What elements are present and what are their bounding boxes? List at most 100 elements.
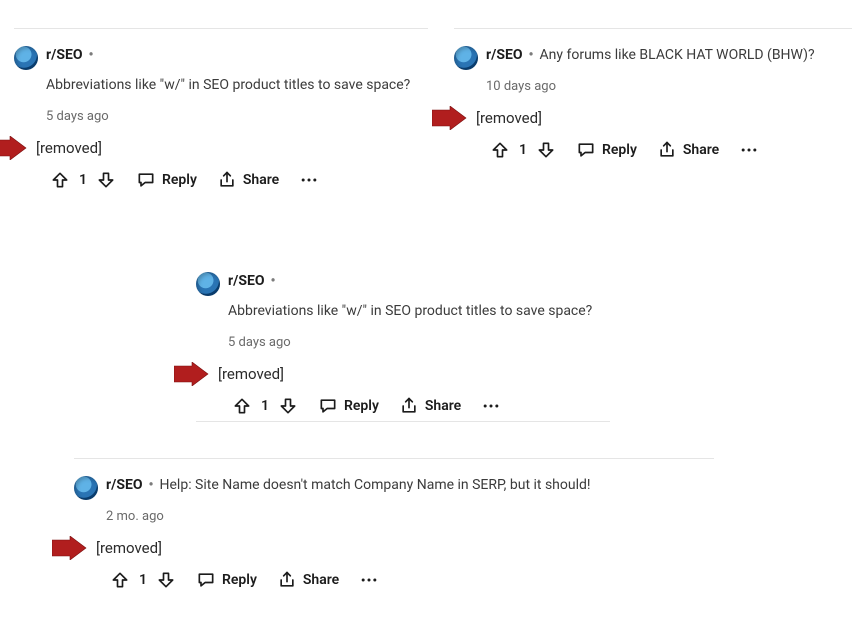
separator-dot: • bbox=[148, 474, 153, 498]
downvote-icon[interactable] bbox=[156, 570, 176, 590]
vote-score: 1 bbox=[518, 142, 528, 158]
reply-button[interactable]: Reply bbox=[318, 396, 379, 416]
avatar[interactable] bbox=[196, 272, 220, 296]
divider bbox=[14, 28, 428, 29]
vote-group: 1 bbox=[50, 170, 116, 190]
post-body: [removed] bbox=[196, 362, 610, 386]
share-icon bbox=[657, 140, 677, 160]
comment-icon bbox=[318, 396, 338, 416]
post-title[interactable]: Any forums like BLACK HAT WORLD (BHW)? bbox=[540, 44, 815, 68]
post-card: r/SEO • Abbreviations like "w/" in SEO p… bbox=[14, 30, 428, 194]
avatar[interactable] bbox=[454, 46, 478, 70]
comment-icon bbox=[136, 170, 156, 190]
downvote-icon[interactable] bbox=[536, 140, 556, 160]
subreddit-link[interactable]: r/SEO bbox=[106, 474, 142, 498]
post-meta: r/SEO • Abbreviations like "w/" in SEO p… bbox=[46, 40, 428, 128]
annotation-arrow bbox=[432, 106, 468, 130]
upvote-icon[interactable] bbox=[50, 170, 70, 190]
post-meta: r/SEO • Help: Site Name doesn't match Co… bbox=[106, 470, 654, 528]
upvote-icon[interactable] bbox=[232, 396, 252, 416]
vote-group: 1 bbox=[232, 396, 298, 416]
share-icon bbox=[399, 396, 419, 416]
reply-button[interactable]: Reply bbox=[136, 170, 197, 190]
post-header: r/SEO • Any forums like BLACK HAT WORLD … bbox=[454, 40, 852, 98]
post-meta: r/SEO • Abbreviations like "w/" in SEO p… bbox=[228, 266, 610, 354]
post-card: r/SEO • Any forums like BLACK HAT WORLD … bbox=[454, 30, 852, 164]
share-label: Share bbox=[243, 172, 279, 188]
upvote-icon[interactable] bbox=[490, 140, 510, 160]
comment-icon bbox=[576, 140, 596, 160]
reply-label: Reply bbox=[222, 572, 257, 588]
post-meta: r/SEO • Any forums like BLACK HAT WORLD … bbox=[486, 40, 852, 98]
annotation-arrow bbox=[174, 362, 210, 386]
pointer-arrow-icon bbox=[432, 106, 468, 130]
reply-label: Reply bbox=[162, 172, 197, 188]
share-button[interactable]: Share bbox=[277, 570, 339, 590]
post-body: [removed] bbox=[14, 136, 428, 160]
more-button[interactable] bbox=[299, 170, 319, 190]
removed-label: [removed] bbox=[36, 139, 102, 157]
post-actions: 1 Reply Share bbox=[110, 570, 714, 590]
share-icon bbox=[277, 570, 297, 590]
pointer-arrow-icon bbox=[52, 536, 88, 560]
share-label: Share bbox=[683, 142, 719, 158]
subreddit-link[interactable]: r/SEO bbox=[46, 44, 82, 68]
share-button[interactable]: Share bbox=[399, 396, 461, 416]
post-header: r/SEO • Abbreviations like "w/" in SEO p… bbox=[14, 40, 428, 128]
upvote-icon[interactable] bbox=[110, 570, 130, 590]
annotation-arrow bbox=[0, 136, 28, 160]
post-title[interactable]: Abbreviations like "w/" in SEO product t… bbox=[228, 300, 592, 324]
reply-button[interactable]: Reply bbox=[196, 570, 257, 590]
share-icon bbox=[217, 170, 237, 190]
removed-label: [removed] bbox=[218, 365, 284, 383]
post-header: r/SEO • Help: Site Name doesn't match Co… bbox=[74, 470, 714, 528]
share-button[interactable]: Share bbox=[217, 170, 279, 190]
subreddit-link[interactable]: r/SEO bbox=[228, 270, 264, 294]
more-button[interactable] bbox=[739, 140, 759, 160]
more-button[interactable] bbox=[481, 396, 501, 416]
post-actions: 1 Reply Share bbox=[232, 396, 610, 416]
subreddit-link[interactable]: r/SEO bbox=[486, 44, 522, 68]
separator-dot: • bbox=[270, 270, 275, 294]
avatar[interactable] bbox=[74, 476, 98, 500]
separator-dot: • bbox=[528, 44, 533, 68]
post-title[interactable]: Help: Site Name doesn't match Company Na… bbox=[160, 474, 591, 498]
removed-label: [removed] bbox=[476, 109, 542, 127]
reply-button[interactable]: Reply bbox=[576, 140, 637, 160]
reply-label: Reply bbox=[602, 142, 637, 158]
post-actions: 1 Reply Share bbox=[490, 140, 852, 160]
removed-label: [removed] bbox=[96, 539, 162, 557]
vote-score: 1 bbox=[138, 572, 148, 588]
separator-dot: • bbox=[88, 44, 93, 68]
divider bbox=[196, 421, 610, 422]
comment-icon bbox=[196, 570, 216, 590]
post-time: 5 days ago bbox=[228, 332, 610, 354]
vote-score: 1 bbox=[78, 172, 88, 188]
share-label: Share bbox=[425, 398, 461, 414]
post-card: r/SEO • Abbreviations like "w/" in SEO p… bbox=[196, 256, 610, 420]
vote-score: 1 bbox=[260, 398, 270, 414]
post-time: 5 days ago bbox=[46, 106, 428, 128]
divider bbox=[454, 28, 852, 29]
reply-label: Reply bbox=[344, 398, 379, 414]
post-actions: 1 Reply Share bbox=[50, 170, 428, 190]
downvote-icon[interactable] bbox=[278, 396, 298, 416]
pointer-arrow-icon bbox=[0, 136, 28, 160]
vote-group: 1 bbox=[110, 570, 176, 590]
post-body: [removed] bbox=[74, 536, 714, 560]
downvote-icon[interactable] bbox=[96, 170, 116, 190]
post-header: r/SEO • Abbreviations like "w/" in SEO p… bbox=[196, 266, 610, 354]
post-title[interactable]: Abbreviations like "w/" in SEO product t… bbox=[46, 74, 410, 98]
post-body: [removed] bbox=[454, 106, 852, 130]
more-button[interactable] bbox=[359, 570, 379, 590]
avatar[interactable] bbox=[14, 46, 38, 70]
annotation-arrow bbox=[52, 536, 88, 560]
vote-group: 1 bbox=[490, 140, 556, 160]
post-time: 10 days ago bbox=[486, 76, 852, 98]
post-time: 2 mo. ago bbox=[106, 506, 654, 528]
post-card: r/SEO • Help: Site Name doesn't match Co… bbox=[74, 460, 714, 594]
share-label: Share bbox=[303, 572, 339, 588]
share-button[interactable]: Share bbox=[657, 140, 719, 160]
divider bbox=[74, 458, 714, 459]
pointer-arrow-icon bbox=[174, 362, 210, 386]
